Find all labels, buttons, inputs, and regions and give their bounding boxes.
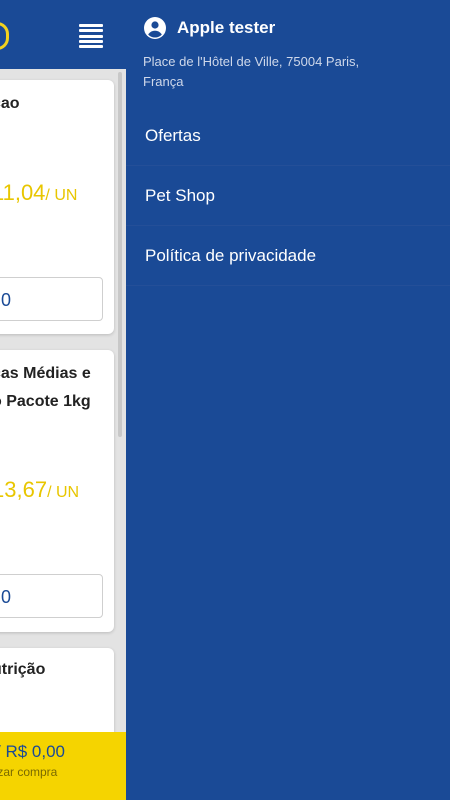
price-unit: / UN: [45, 187, 78, 204]
price-value: 11,04: [0, 180, 46, 205]
product-title: utrição: [0, 661, 46, 678]
user-address: Place de l'Hôtel de Ville, 75004 Paris, …: [143, 54, 360, 89]
price-unit: / UN: [47, 484, 80, 501]
cart-total: / R$ 0,00: [0, 742, 65, 761]
product-price: 13,67/ UN: [0, 477, 79, 503]
product-card[interactable]: ças Médias e o Pacote 1kg 13,67/ UN 0: [0, 350, 114, 632]
menu-item-pet-shop[interactable]: Pet Shop: [126, 166, 450, 226]
account-circle-icon: [144, 17, 166, 39]
product-title-line2: o Pacote 1kg: [0, 393, 91, 410]
menu-item-ofertas[interactable]: Ofertas: [126, 106, 450, 166]
product-title: cao: [0, 95, 20, 112]
product-price: 11,04/ UN: [0, 180, 77, 206]
product-card[interactable]: cao 11,04/ UN 0: [0, 80, 114, 334]
drawer-menu: Ofertas Pet Shop Política de privacidade: [126, 106, 450, 286]
scrollbar[interactable]: [118, 72, 122, 437]
price-value: 13,67: [0, 477, 48, 502]
cart-bar[interactable]: / R$ 0,00 lizar compra: [0, 732, 126, 800]
user-header[interactable]: Apple tester: [143, 16, 275, 40]
product-title-line1: ças Médias e: [0, 365, 91, 382]
top-app-bar: [0, 0, 126, 69]
quantity-field[interactable]: 0: [0, 277, 103, 321]
quantity-field[interactable]: 0: [0, 574, 103, 618]
background-product-list: cao 11,04/ UN 0 ças Médias e o Pacote 1k…: [0, 0, 126, 800]
navigation-drawer: Apple tester Place de l'Hôtel de Ville, …: [126, 0, 450, 800]
menu-item-privacy-policy[interactable]: Política de privacidade: [126, 226, 450, 286]
user-name: Apple tester: [177, 18, 276, 37]
menu-icon[interactable]: [79, 24, 103, 48]
logo-icon: [0, 22, 9, 50]
cart-subtitle: lizar compra: [0, 765, 58, 779]
